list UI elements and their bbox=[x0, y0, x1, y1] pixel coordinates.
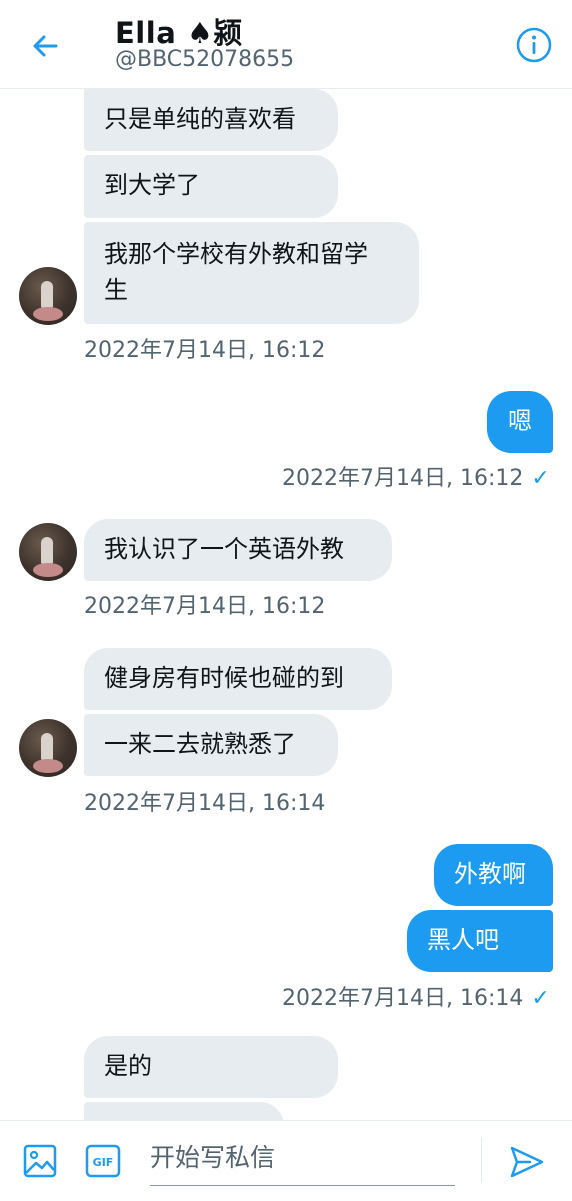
message-text: 生 bbox=[104, 276, 128, 304]
avatar[interactable] bbox=[19, 523, 77, 581]
conversation-handle: @BBC52078655 bbox=[115, 47, 295, 72]
message-composer: GIF 开始写私信 bbox=[0, 1120, 572, 1201]
message-text: 到大学了 bbox=[104, 171, 200, 199]
message-text: 是的 bbox=[104, 1052, 152, 1080]
message-bubble-outgoing[interactable]: 嗯 bbox=[487, 391, 553, 453]
send-icon[interactable] bbox=[508, 1143, 546, 1181]
message-bubble-outgoing[interactable]: 黑人吧 bbox=[407, 910, 553, 972]
message-bubble-outgoing[interactable]: 外教啊 bbox=[434, 844, 553, 906]
read-check-icon: ✓ bbox=[531, 986, 550, 1011]
message-bubble-incoming[interactable]: 健身房有时候也碰的到 bbox=[84, 648, 392, 710]
message-timestamp: 2022年7月14日, 16:14 ✓ bbox=[282, 980, 550, 1012]
message-bubble-incoming[interactable]: 是的 bbox=[84, 1036, 338, 1098]
conversation-header: Ella ♠颍 @BBC52078655 bbox=[0, 0, 572, 89]
image-icon[interactable] bbox=[22, 1143, 58, 1179]
gif-icon[interactable]: GIF bbox=[85, 1143, 121, 1179]
avatar[interactable] bbox=[19, 719, 77, 777]
timestamp-text: 2022年7月14日, 16:12 bbox=[282, 466, 524, 491]
message-text: 黑人吧 bbox=[427, 926, 499, 954]
read-check-icon: ✓ bbox=[531, 466, 550, 491]
message-timestamp: 2022年7月14日, 16:12 bbox=[84, 338, 326, 363]
conversation-title[interactable]: Ella ♠颍 bbox=[115, 10, 243, 52]
message-bubble-incoming[interactable]: 我认识了一个英语外教 bbox=[84, 519, 392, 581]
message-text: 只是单纯的喜欢看 bbox=[104, 105, 296, 133]
info-icon[interactable] bbox=[514, 25, 554, 65]
message-list[interactable]: 只是单纯的喜欢看 到大学了 我那个学校有外教和留学 生 2022年7月14日, … bbox=[0, 89, 572, 1120]
message-bubble-incoming[interactable]: 只是单纯的喜欢看 bbox=[84, 89, 338, 151]
back-arrow-icon[interactable] bbox=[26, 26, 66, 66]
composer-divider bbox=[481, 1137, 482, 1183]
message-bubble-incoming[interactable]: 到大学了 bbox=[84, 155, 338, 218]
message-text: 一来二去就熟悉了 bbox=[104, 730, 296, 758]
message-timestamp: 2022年7月14日, 16:12 ✓ bbox=[282, 460, 550, 492]
message-text: 嗯 bbox=[508, 407, 532, 435]
message-text: 我认识了一个英语外教 bbox=[104, 535, 344, 563]
message-text: 外教啊 bbox=[454, 860, 526, 888]
avatar[interactable] bbox=[19, 267, 77, 325]
message-bubble-incoming[interactable]: 我那个学校有外教和留学 生 bbox=[84, 222, 419, 324]
message-timestamp: 2022年7月14日, 16:12 bbox=[84, 594, 326, 619]
message-text: 我那个学校有外教和留学 bbox=[104, 240, 368, 268]
timestamp-text: 2022年7月14日, 16:14 bbox=[282, 986, 524, 1011]
message-timestamp: 2022年7月14日, 16:14 bbox=[84, 791, 326, 816]
message-bubble-incoming[interactable]: 一来二去就熟悉了 bbox=[84, 714, 338, 776]
gif-label: GIF bbox=[93, 1156, 114, 1169]
message-bubble-incoming[interactable] bbox=[84, 1102, 284, 1120]
message-input[interactable]: 开始写私信 bbox=[150, 1133, 455, 1186]
message-text: 健身房有时候也碰的到 bbox=[104, 664, 344, 692]
